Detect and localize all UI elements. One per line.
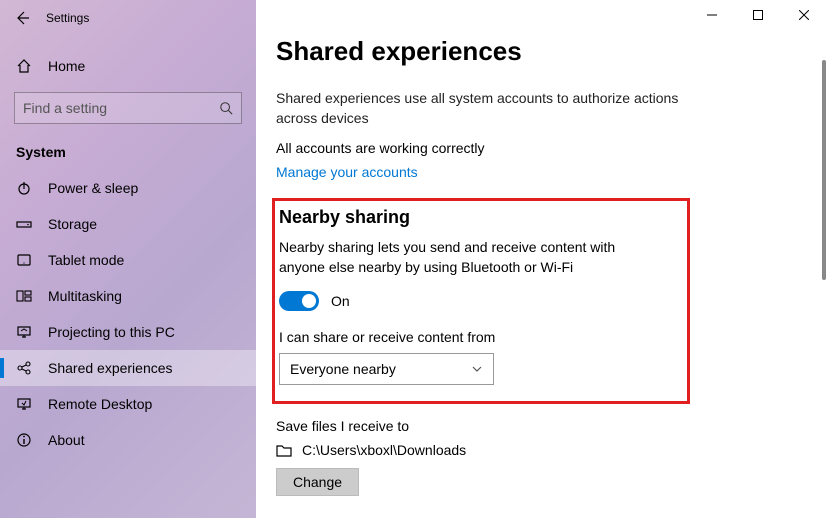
main-content: Shared experiences Shared experiences us…: [256, 0, 827, 518]
save-path: C:\Users\xboxl\Downloads: [302, 442, 466, 458]
change-button[interactable]: Change: [276, 468, 359, 496]
sidebar-header: Settings: [0, 0, 256, 36]
minimize-button[interactable]: [689, 0, 735, 30]
manage-accounts-link[interactable]: Manage your accounts: [276, 164, 418, 180]
close-icon: [799, 10, 809, 20]
home-label: Home: [48, 58, 85, 74]
titlebar: [689, 0, 827, 30]
save-path-row: C:\Users\xboxl\Downloads: [276, 442, 827, 458]
sidebar-item-shared-experiences[interactable]: Shared experiences: [0, 350, 256, 386]
nav-label: Tablet mode: [48, 252, 124, 268]
sidebar-item-about[interactable]: About: [0, 422, 256, 458]
save-location-section: Save files I receive to C:\Users\xboxl\D…: [276, 418, 827, 496]
nav-label: Power & sleep: [48, 180, 138, 196]
dropdown-value: Everyone nearby: [290, 361, 396, 377]
power-icon: [16, 180, 32, 196]
section-label: System: [0, 138, 256, 170]
minimize-icon: [707, 10, 717, 20]
scrollbar-thumb[interactable]: [822, 60, 826, 280]
back-button[interactable]: [12, 8, 32, 28]
share-scope-dropdown[interactable]: Everyone nearby: [279, 353, 494, 385]
nav-label: Remote Desktop: [48, 396, 152, 412]
nearby-sharing-desc: Nearby sharing lets you send and receive…: [279, 238, 659, 277]
projecting-icon: [16, 324, 32, 340]
chevron-down-icon: [471, 363, 483, 375]
sidebar-item-projecting[interactable]: Projecting to this PC: [0, 314, 256, 350]
maximize-icon: [753, 10, 763, 20]
sidebar-item-remote-desktop[interactable]: Remote Desktop: [0, 386, 256, 422]
remote-desktop-icon: [16, 396, 32, 412]
tablet-icon: [16, 252, 32, 268]
back-arrow-icon: [14, 10, 30, 26]
nav-label: About: [48, 432, 85, 448]
nav-list: Power & sleep Storage Tablet mode Multit…: [0, 170, 256, 458]
settings-window: Settings Home System Power & sleep: [0, 0, 827, 518]
accounts-status: All accounts are working correctly: [276, 140, 827, 156]
sidebar: Settings Home System Power & sleep: [0, 0, 256, 518]
share-scope-label: I can share or receive content from: [279, 329, 677, 345]
close-button[interactable]: [781, 0, 827, 30]
app-title: Settings: [46, 11, 89, 25]
sidebar-item-power-sleep[interactable]: Power & sleep: [0, 170, 256, 206]
sidebar-item-tablet-mode[interactable]: Tablet mode: [0, 242, 256, 278]
search-input[interactable]: [23, 100, 219, 116]
search-box[interactable]: [14, 92, 242, 124]
info-icon: [16, 432, 32, 448]
toggle-label: On: [331, 293, 350, 309]
search-icon: [219, 101, 233, 115]
home-icon: [16, 58, 32, 74]
save-location-label: Save files I receive to: [276, 418, 827, 434]
maximize-button[interactable]: [735, 0, 781, 30]
nearby-toggle-row: On: [279, 291, 677, 311]
shared-icon: [16, 360, 32, 376]
page-title: Shared experiences: [276, 36, 827, 67]
nearby-sharing-section: Nearby sharing Nearby sharing lets you s…: [272, 198, 690, 404]
nav-label: Storage: [48, 216, 97, 232]
nav-label: Projecting to this PC: [48, 324, 175, 340]
nearby-sharing-toggle[interactable]: [279, 291, 319, 311]
nearby-sharing-title: Nearby sharing: [279, 207, 677, 228]
nav-label: Shared experiences: [48, 360, 173, 376]
folder-icon: [276, 442, 292, 458]
sidebar-item-multitasking[interactable]: Multitasking: [0, 278, 256, 314]
scrollbar[interactable]: [822, 60, 826, 508]
page-description: Shared experiences use all system accoun…: [276, 89, 696, 128]
sidebar-home[interactable]: Home: [0, 48, 256, 84]
sidebar-item-storage[interactable]: Storage: [0, 206, 256, 242]
storage-icon: [16, 216, 32, 232]
nav-label: Multitasking: [48, 288, 122, 304]
multitasking-icon: [16, 288, 32, 304]
